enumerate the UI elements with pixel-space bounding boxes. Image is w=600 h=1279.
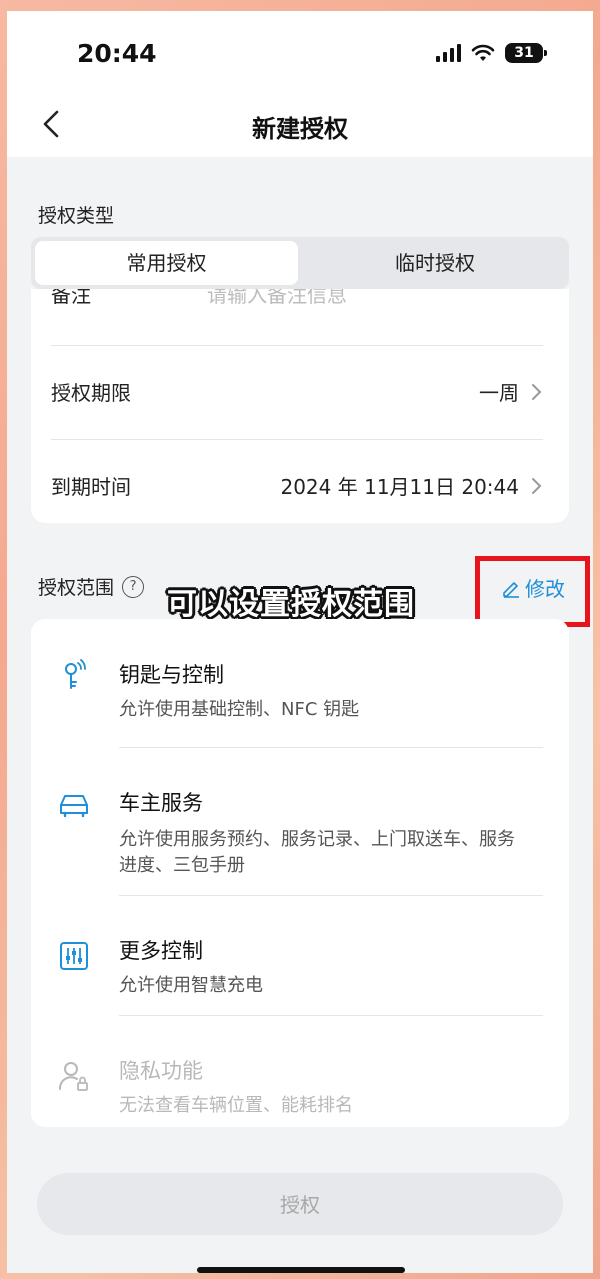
scope-item-title: 钥匙与控制 [119, 663, 224, 687]
page-title: 新建授权 [252, 115, 348, 143]
auth-type-tabs: 常用授权 临时授权 [31, 237, 569, 289]
scope-item-desc: 允许使用智慧充电 [119, 975, 263, 996]
scope-item-title: 隐私功能 [119, 1059, 203, 1083]
period-row[interactable]: 授权期限 一周 [51, 347, 543, 437]
home-indicator [197, 1267, 405, 1273]
auth-type-title: 授权类型 [38, 205, 115, 227]
divider [51, 439, 543, 440]
expire-label: 到期时间 [51, 475, 131, 499]
scope-card: 钥匙与控制 允许使用基础控制、NFC 钥匙 车主服务 允许使用服务预约、服务记录… [31, 619, 569, 1127]
edit-scope-label: 修改 [525, 577, 565, 601]
divider [119, 895, 543, 896]
battery-icon: 31 [505, 43, 547, 63]
scope-item-desc: 允许使用基础控制、NFC 钥匙 [119, 699, 360, 720]
edit-scope-button[interactable]: 修改 [501, 573, 565, 602]
scope-item-title: 车主服务 [119, 791, 203, 815]
help-icon[interactable]: ? [122, 575, 145, 598]
scope-item-desc: 允许使用服务预约、服务记录、上门取送车、服务进度、三包手册 [119, 829, 515, 876]
expire-row[interactable]: 到期时间 2024 年 11月11日 20:44 [51, 441, 543, 523]
user-lock-icon [58, 1062, 88, 1091]
tab-regular-auth[interactable]: 常用授权 [35, 241, 298, 285]
divider [119, 1015, 543, 1016]
scope-header: 授权范围 ? [38, 573, 145, 600]
chevron-right-icon [532, 478, 542, 494]
car-icon [60, 795, 88, 818]
period-label: 授权期限 [51, 381, 131, 405]
divider [119, 747, 543, 748]
nav-bar: 新建授权 [7, 91, 593, 157]
scope-title: 授权范围 [38, 577, 115, 599]
remark-input[interactable]: 请输入备注信息 [207, 289, 347, 308]
wifi-icon [471, 44, 495, 61]
status-bar: 20:44 31 [7, 11, 593, 91]
authorize-button[interactable]: 授权 [37, 1173, 563, 1235]
scope-item-title: 更多控制 [119, 939, 203, 963]
pencil-icon [503, 581, 519, 598]
status-time: 20:44 [77, 39, 157, 68]
overlay-caption: 可以设置授权范围 [167, 587, 415, 622]
expire-value: 2024 年 11月11日 20:44 [280, 475, 519, 499]
divider [51, 345, 543, 346]
phone-screen: 20:44 31 新建授权 授权类型 备注 请输入备注信息 授权期限 一周 到期… [7, 11, 593, 1273]
remark-label: 备注 [51, 289, 91, 307]
chevron-right-icon [532, 384, 542, 400]
sliders-icon [60, 942, 88, 970]
form-card: 备注 请输入备注信息 授权期限 一周 到期时间 2024 年 11月11日 20… [31, 289, 569, 523]
tab-temporary-auth[interactable]: 临时授权 [301, 237, 569, 289]
period-value: 一周 [479, 381, 519, 405]
status-icons: 31 [436, 43, 547, 63]
key-icon [65, 659, 86, 689]
scope-item-desc: 无法查看车辆位置、能耗排名 [119, 1095, 353, 1116]
cellular-signal-icon [436, 44, 461, 62]
